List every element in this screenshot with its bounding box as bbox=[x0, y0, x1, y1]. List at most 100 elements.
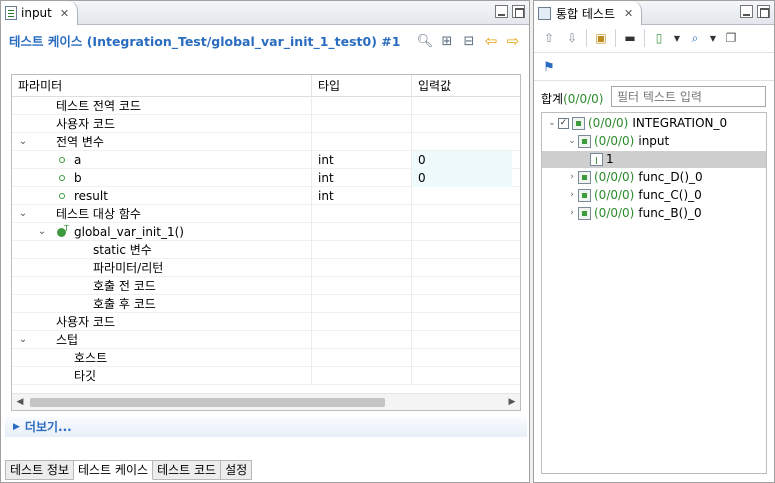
close-icon[interactable]: ✕ bbox=[60, 7, 69, 20]
checkbox[interactable]: ✓ bbox=[558, 118, 569, 129]
row-label: 파라미터/리턴 bbox=[93, 261, 164, 275]
table-row[interactable]: 파라미터/리턴 bbox=[12, 259, 520, 277]
collapse-all-icon[interactable]: ⊟ bbox=[461, 33, 477, 49]
node-label: 1 bbox=[606, 152, 614, 166]
row-value bbox=[412, 223, 512, 241]
close-icon[interactable]: ✕ bbox=[624, 7, 633, 20]
scrollbar-thumb[interactable] bbox=[30, 398, 385, 407]
run-flag-icon[interactable]: ⚑ bbox=[540, 58, 558, 76]
chevron-right-icon[interactable]: › bbox=[566, 187, 578, 204]
table-row[interactable]: 호출 후 코드 bbox=[12, 295, 520, 313]
chevron-down-icon[interactable]: ⌄ bbox=[17, 133, 29, 151]
tab-test-case[interactable]: 테스트 케이스 bbox=[74, 460, 154, 480]
new-test-icon[interactable]: ▯ bbox=[650, 29, 668, 47]
node-count: (0/0/0) bbox=[594, 134, 635, 148]
tab-settings[interactable]: 설정 bbox=[221, 460, 253, 480]
forward-arrow-icon[interactable]: ⇨ bbox=[505, 32, 521, 50]
table-row[interactable]: static 변수 bbox=[12, 241, 520, 259]
row-value[interactable]: 0 bbox=[412, 151, 512, 169]
table-row[interactable]: result int bbox=[12, 187, 520, 205]
table-row[interactable]: 호스트 bbox=[12, 349, 520, 367]
test-module-icon bbox=[578, 135, 591, 148]
chevron-right-icon: ▶ bbox=[13, 422, 20, 432]
file-icon bbox=[5, 6, 17, 20]
integration-toolbar: ⇧ ⇩ ▣ ▬ ▯ ▼ ⌕ ▼ ❐ bbox=[540, 29, 740, 47]
chevron-down-icon[interactable]: ⌄ bbox=[36, 223, 48, 241]
row-type bbox=[312, 367, 412, 385]
table-row[interactable]: a int 0 bbox=[12, 151, 520, 169]
editor-tab-input[interactable]: input ✕ bbox=[1, 1, 79, 25]
column-header-value[interactable]: 입력값 bbox=[412, 75, 520, 97]
editor-tabbar: input ✕ bbox=[1, 1, 529, 25]
new-folder-icon[interactable]: ▣ bbox=[592, 29, 610, 47]
tree-node-func-b[interactable]: › (0/0/0) func_B()_0 bbox=[566, 205, 702, 222]
row-label: b bbox=[74, 171, 82, 185]
table-row[interactable]: 사용자 코드 bbox=[12, 313, 520, 331]
row-type bbox=[312, 313, 412, 331]
integration-tabbar: 통합 테스트 ✕ bbox=[534, 1, 774, 25]
tree-node-integration[interactable]: ⌄ ✓ (0/0/0) INTEGRATION_0 bbox=[546, 115, 727, 132]
table-row[interactable]: ⌄ 전역 변수 bbox=[12, 133, 520, 151]
tab-test-info[interactable]: 테스트 정보 bbox=[5, 460, 75, 480]
horizontal-scrollbar[interactable]: ◀ ▶ bbox=[12, 393, 520, 410]
row-type: int bbox=[312, 151, 412, 169]
test-search-icon[interactable]: ⌕ bbox=[686, 29, 704, 47]
move-up-icon[interactable]: ⇧ bbox=[540, 29, 558, 47]
scroll-left-icon[interactable]: ◀ bbox=[12, 394, 28, 410]
page-title: 테스트 케이스 (Integration_Test/global_var_ini… bbox=[9, 34, 401, 49]
row-value bbox=[412, 115, 512, 133]
chevron-down-icon[interactable]: ▼ bbox=[709, 29, 717, 47]
row-label: 호출 전 코드 bbox=[93, 279, 156, 293]
scroll-right-icon[interactable]: ▶ bbox=[504, 394, 520, 410]
move-down-icon[interactable]: ⇩ bbox=[563, 29, 581, 47]
tab-test-code[interactable]: 테스트 코드 bbox=[153, 460, 222, 480]
maximize-icon[interactable] bbox=[757, 5, 770, 18]
tree-node-input[interactable]: ⌄ (0/0/0) input bbox=[566, 133, 669, 150]
minimize-icon[interactable] bbox=[495, 5, 508, 18]
node-count: (0/0/0) bbox=[594, 188, 635, 202]
back-arrow-icon[interactable]: ⇦ bbox=[483, 32, 499, 50]
bottom-tabbar: 테스트 정보 테스트 케이스 테스트 코드 설정 bbox=[5, 460, 253, 480]
table-row[interactable]: ⌄ T global_var_init_1() bbox=[12, 223, 520, 241]
minimize-icon[interactable] bbox=[740, 5, 753, 18]
column-header-type[interactable]: 타입 bbox=[312, 75, 412, 97]
row-type bbox=[312, 115, 412, 133]
chevron-right-icon[interactable]: › bbox=[566, 169, 578, 186]
tree-node-func-c[interactable]: › (0/0/0) func_C()_0 bbox=[566, 187, 702, 204]
tree-node-func-d[interactable]: › (0/0/0) func_D()_0 bbox=[566, 169, 703, 186]
integration-tab[interactable]: 통합 테스트 ✕ bbox=[534, 1, 643, 25]
search-icon[interactable]: 🔍︎ bbox=[417, 33, 434, 49]
more-section-toggle[interactable]: ▶ 더보기... bbox=[5, 417, 527, 437]
chevron-down-icon[interactable]: ⌄ bbox=[17, 205, 29, 223]
node-label: func_C()_0 bbox=[638, 188, 702, 202]
filter-input[interactable] bbox=[611, 86, 766, 107]
expand-all-icon[interactable]: ⊞ bbox=[439, 33, 455, 49]
table-row[interactable]: 타깃 bbox=[12, 367, 520, 385]
row-label: a bbox=[74, 153, 82, 167]
monitor-icon[interactable]: ▬ bbox=[621, 29, 639, 47]
row-value[interactable] bbox=[412, 187, 512, 205]
table-row[interactable]: 테스트 전역 코드 bbox=[12, 97, 520, 115]
table-row[interactable]: ⌄ 스텁 bbox=[12, 331, 520, 349]
integration-test-panel: 통합 테스트 ✕ ⇧ ⇩ ▣ ▬ ▯ ▼ ⌕ ▼ ❐ ⚑ 합계(0/0/0) ⌄… bbox=[533, 0, 775, 483]
table-row[interactable]: b int 0 bbox=[12, 169, 520, 187]
chevron-down-icon[interactable]: ⌄ bbox=[17, 331, 29, 349]
column-header-parameter[interactable]: 파라미터 bbox=[12, 75, 312, 97]
node-label: func_D()_0 bbox=[638, 170, 703, 184]
chevron-down-icon[interactable]: ⌄ bbox=[546, 115, 558, 132]
row-type bbox=[312, 223, 412, 241]
integration-icon bbox=[572, 117, 585, 130]
chevron-right-icon[interactable]: › bbox=[566, 205, 578, 222]
row-value[interactable]: 0 bbox=[412, 169, 512, 187]
chevron-down-icon[interactable]: ⌄ bbox=[566, 133, 578, 150]
tree-node-1[interactable]: 1 bbox=[542, 151, 766, 168]
table-row[interactable]: 호출 전 코드 bbox=[12, 277, 520, 295]
copy-icon[interactable]: ❐ bbox=[722, 29, 740, 47]
node-label: INTEGRATION_0 bbox=[632, 116, 728, 130]
maximize-icon[interactable] bbox=[512, 5, 525, 18]
chevron-down-icon[interactable]: ▼ bbox=[673, 29, 681, 47]
table-row[interactable]: 사용자 코드 bbox=[12, 115, 520, 133]
table-row[interactable]: ⌄ 테스트 대상 함수 bbox=[12, 205, 520, 223]
row-type bbox=[312, 259, 412, 277]
row-label: static 변수 bbox=[93, 243, 152, 257]
